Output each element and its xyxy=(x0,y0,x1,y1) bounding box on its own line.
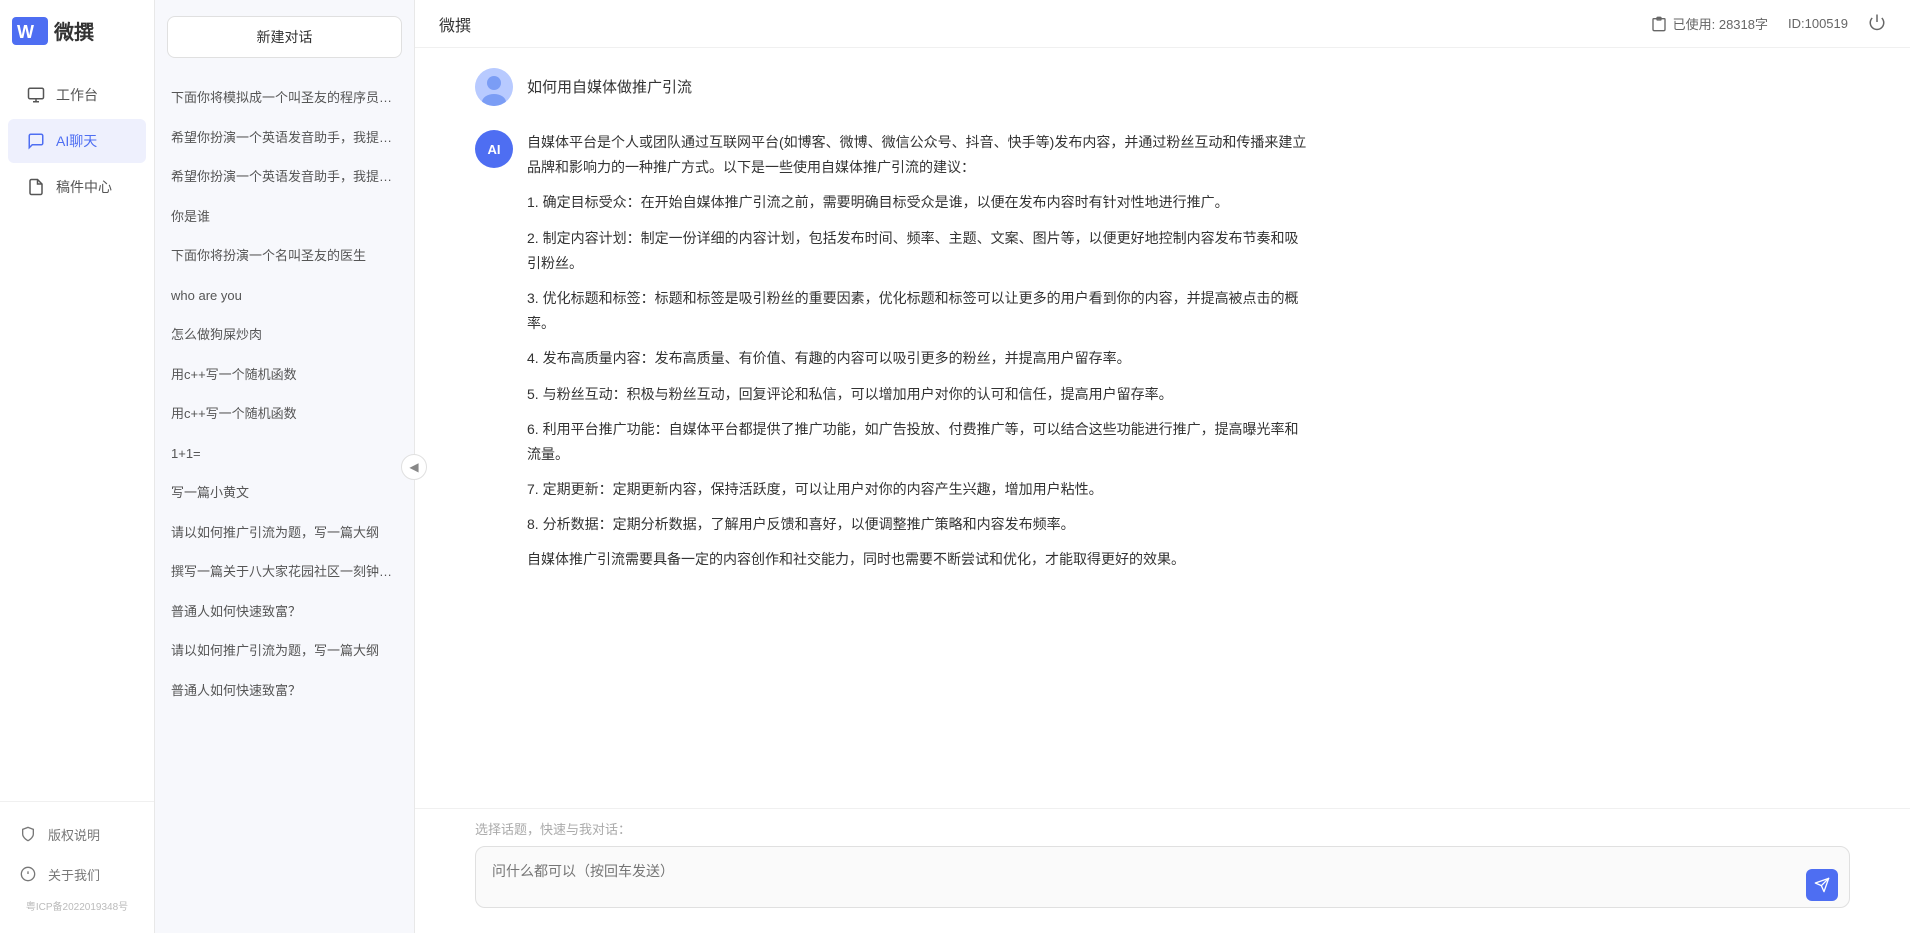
list-item[interactable]: 希望你扮演一个英语发音助手，我提供给你... xyxy=(155,157,414,197)
new-chat-button[interactable]: 新建对话 xyxy=(167,16,402,58)
ai-paragraph-2: 2. 制定内容计划：制定一份详细的内容计划，包括发布时间、频率、主题、文案、图片… xyxy=(527,226,1307,276)
info-icon xyxy=(18,864,38,884)
ai-message-bubble: 自媒体平台是个人或团队通过互联网平台(如博客、微博、微信公众号、抖音、快手等)发… xyxy=(527,130,1307,583)
user-question-text: 如何用自媒体做推广引流 xyxy=(527,68,692,97)
footer-item-about[interactable]: 关于我们 xyxy=(0,854,154,894)
list-item[interactable]: 撰写一篇关于八大家花园社区一刻钟便民生... xyxy=(155,552,414,592)
user-id-text: ID:100519 xyxy=(1788,16,1848,31)
logo-area: W 微撰 xyxy=(0,0,154,61)
shield-icon xyxy=(18,824,38,844)
list-item[interactable]: 用c++写一个随机函数 xyxy=(155,394,414,434)
list-item[interactable]: 普通人如何快速致富？ xyxy=(155,592,414,632)
list-item[interactable]: 怎么做狗屎炒肉 xyxy=(155,315,414,355)
list-item[interactable]: who are you xyxy=(155,276,414,316)
ai-avatar: AI xyxy=(475,130,513,168)
user-avatar xyxy=(475,68,513,106)
ai-paragraph-9: 自媒体推广引流需要具备一定的内容创作和社交能力，同时也需要不断尝试和优化，才能取… xyxy=(527,547,1307,572)
list-item[interactable]: 你是谁 xyxy=(155,197,414,237)
power-icon[interactable] xyxy=(1868,13,1886,34)
usage-info: 已使用: 28318字 xyxy=(1651,14,1768,33)
ai-paragraph-5: 5. 与粉丝互动：积极与粉丝互动，回复评论和私信，可以增加用户对你的认可和信任，… xyxy=(527,382,1307,407)
chat-icon xyxy=(26,131,46,151)
quick-topics-label: 选择话题，快速与我对话： xyxy=(475,819,1850,838)
main-chat-area: 微撰 已使用: 28318字 ID:100519 如何用自媒体做推广引流 AI xyxy=(415,0,1910,933)
footer-about-label: 关于我们 xyxy=(48,865,100,884)
ai-paragraph-4: 4. 发布高质量内容：发布高质量、有价值、有趣的内容可以吸引更多的粉丝，并提高用… xyxy=(527,346,1307,371)
list-item[interactable]: 请以如何推广引流为题，写一篇大纲 xyxy=(155,631,414,671)
input-wrapper xyxy=(475,846,1850,913)
list-item[interactable]: 写一篇小黄文 xyxy=(155,473,414,513)
list-item[interactable]: 希望你扮演一个英语发音助手，我提供给你... xyxy=(155,118,414,158)
sidebar-item-workbench-label: 工作台 xyxy=(56,85,98,105)
list-item[interactable]: 下面你将扮演一个名叫圣友的医生 xyxy=(155,236,414,276)
usage-icon xyxy=(1651,16,1667,32)
footer-item-copyright[interactable]: 版权说明 xyxy=(0,814,154,854)
icp-text: 粤ICP备2022019348号 xyxy=(0,894,154,921)
sidebar-item-ai-chat-label: AI聊天 xyxy=(56,131,97,151)
logo-icon: W xyxy=(12,17,48,45)
sidebar-footer: 版权说明 关于我们 粤ICP备2022019348号 xyxy=(0,801,154,933)
history-panel: 新建对话 下面你将模拟成一个叫圣友的程序员，我说... 希望你扮演一个英语发音助… xyxy=(155,0,415,933)
list-item[interactable]: 普通人如何快速致富？ xyxy=(155,671,414,711)
top-bar-title: 微撰 xyxy=(439,12,471,36)
ai-paragraph-0: 自媒体平台是个人或团队通过互联网平台(如博客、微博、微信公众号、抖音、快手等)发… xyxy=(527,130,1307,180)
collapse-panel-button[interactable]: ◀ xyxy=(401,454,427,480)
top-bar: 微撰 已使用: 28318字 ID:100519 xyxy=(415,0,1910,48)
list-item[interactable]: 用c++写一个随机函数 xyxy=(155,355,414,395)
ai-paragraph-7: 7. 定期更新：定期更新内容，保持活跃度，可以让用户对你的内容产生兴趣，增加用户… xyxy=(527,477,1307,502)
file-icon xyxy=(26,177,46,197)
list-item[interactable]: 请以如何推广引流为题，写一篇大纲 xyxy=(155,513,414,553)
usage-text: 已使用: 28318字 xyxy=(1673,14,1768,33)
main-nav: 工作台 AI聊天 稿件中心 xyxy=(0,61,154,801)
list-item[interactable]: 1+1= xyxy=(155,434,414,474)
history-list: 下面你将模拟成一个叫圣友的程序员，我说... 希望你扮演一个英语发音助手，我提供… xyxy=(155,74,414,933)
bottom-input-area: 选择话题，快速与我对话： xyxy=(415,808,1910,933)
send-icon xyxy=(1814,877,1830,893)
monitor-icon xyxy=(26,85,46,105)
ai-paragraph-3: 3. 优化标题和标签：标题和标签是吸引粉丝的重要因素，优化标题和标签可以让更多的… xyxy=(527,286,1307,336)
sidebar-item-workbench[interactable]: 工作台 xyxy=(8,73,146,117)
chat-input[interactable] xyxy=(475,846,1850,908)
list-item[interactable]: 下面你将模拟成一个叫圣友的程序员，我说... xyxy=(155,78,414,118)
send-button[interactable] xyxy=(1806,869,1838,901)
app-name: 微撰 xyxy=(54,16,94,45)
sidebar-item-draft[interactable]: 稿件中心 xyxy=(8,165,146,209)
sidebar-item-draft-label: 稿件中心 xyxy=(56,177,112,197)
chat-content: 如何用自媒体做推广引流 AI 自媒体平台是个人或团队通过互联网平台(如博客、微博… xyxy=(415,48,1910,808)
top-bar-right: 已使用: 28318字 ID:100519 xyxy=(1651,13,1886,34)
ai-paragraph-8: 8. 分析数据：定期分析数据，了解用户反馈和喜好，以便调整推广策略和内容发布频率… xyxy=(527,512,1307,537)
user-message-bubble: 如何用自媒体做推广引流 xyxy=(527,68,692,106)
svg-text:W: W xyxy=(17,22,34,42)
sidebar: W 微撰 工作台 AI聊天 稿件中心 版权说明 xyxy=(0,0,155,933)
ai-paragraph-6: 6. 利用平台推广功能：自媒体平台都提供了推广功能，如广告投放、付费推广等，可以… xyxy=(527,417,1307,467)
ai-paragraph-1: 1. 确定目标受众：在开始自媒体推广引流之前，需要明确目标受众是谁，以便在发布内… xyxy=(527,190,1307,215)
message-row-ai: AI 自媒体平台是个人或团队通过互联网平台(如博客、微博、微信公众号、抖音、快手… xyxy=(475,130,1850,583)
sidebar-item-ai-chat[interactable]: AI聊天 xyxy=(8,119,146,163)
footer-copyright-label: 版权说明 xyxy=(48,825,100,844)
message-row-user: 如何用自媒体做推广引流 xyxy=(475,68,1850,106)
